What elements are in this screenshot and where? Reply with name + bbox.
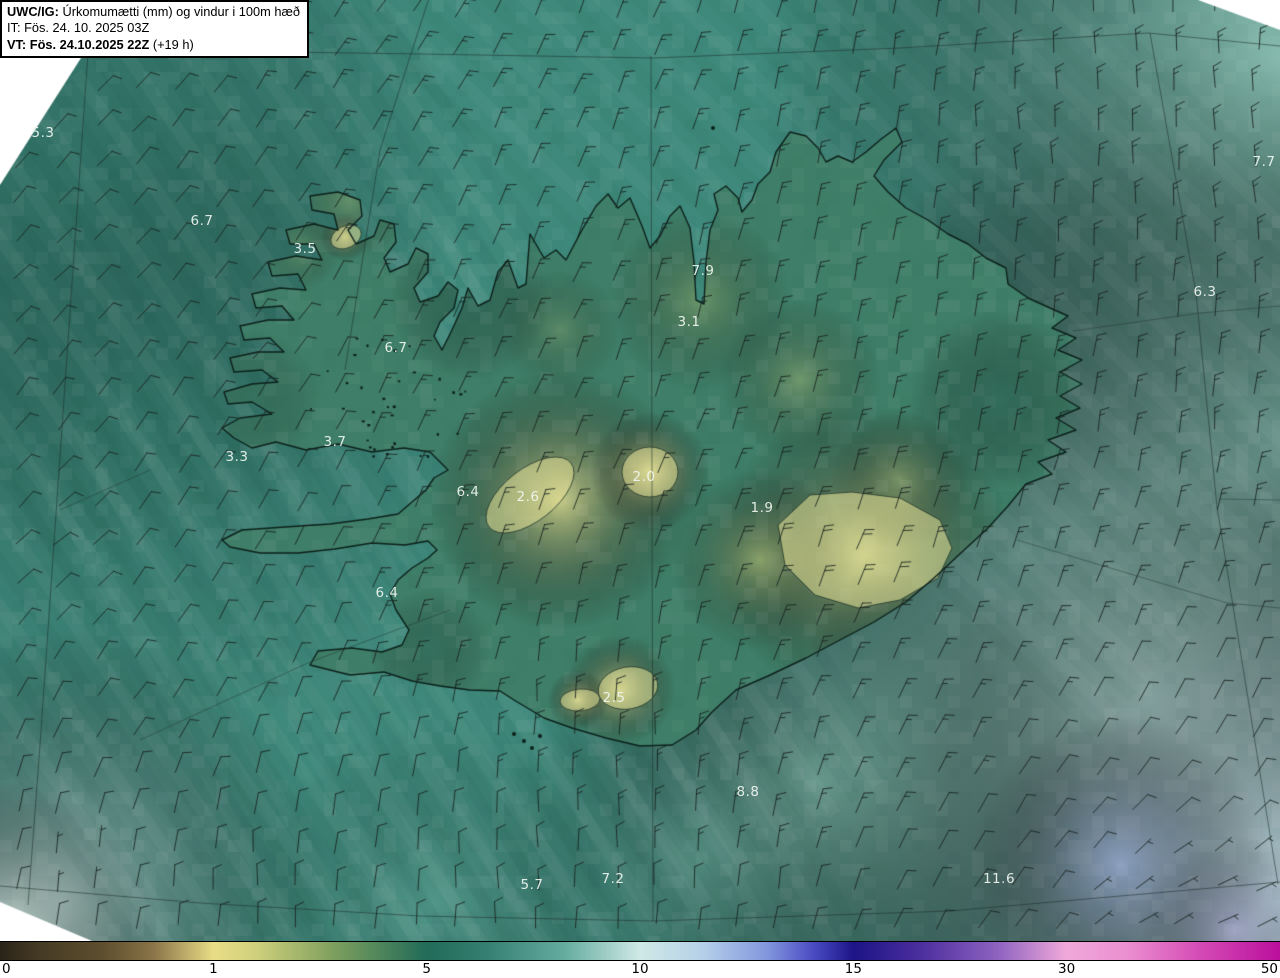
product-code: UWC/IG: [7, 4, 59, 19]
title-line: UWC/IG: Úrkomumætti (mm) og vindur i 100… [7, 4, 300, 20]
title-box: UWC/IG: Úrkomumætti (mm) og vindur i 100… [0, 0, 309, 58]
valid-time-line: VT: Fös. 24.10.2025 22Z (+19 h) [7, 37, 300, 53]
colorbar-tick-labels: 0 1 5 10 15 30 50 [0, 961, 1280, 978]
weather-map-canvas [0, 0, 1280, 941]
colorbar-tick: 50 [1260, 961, 1278, 977]
precipitation-colorbar [0, 941, 1280, 961]
colorbar-tick: 10 [631, 961, 649, 977]
colorbar-tick: 15 [844, 961, 862, 977]
colorbar-tick: 1 [209, 961, 218, 977]
colorbar-tick: 5 [422, 961, 431, 977]
product-title: Úrkomumætti (mm) og vindur i 100m hæð [58, 4, 300, 19]
colorbar-tick: 0 [2, 961, 11, 977]
colorbar-tick: 30 [1058, 961, 1076, 977]
valid-time: VT: Fös. 24.10.2025 22Z [7, 36, 150, 52]
weather-map-product: 5.3 6.7 3.5 7.9 3.1 7.7 6.3 6.7 3.7 3.3 6.4 2.6 2.0 1… [0, 0, 1280, 978]
init-time-line: IT: Fös. 24. 10. 2025 03Z [7, 20, 150, 36]
valid-offset: (+19 h) [149, 36, 194, 52]
